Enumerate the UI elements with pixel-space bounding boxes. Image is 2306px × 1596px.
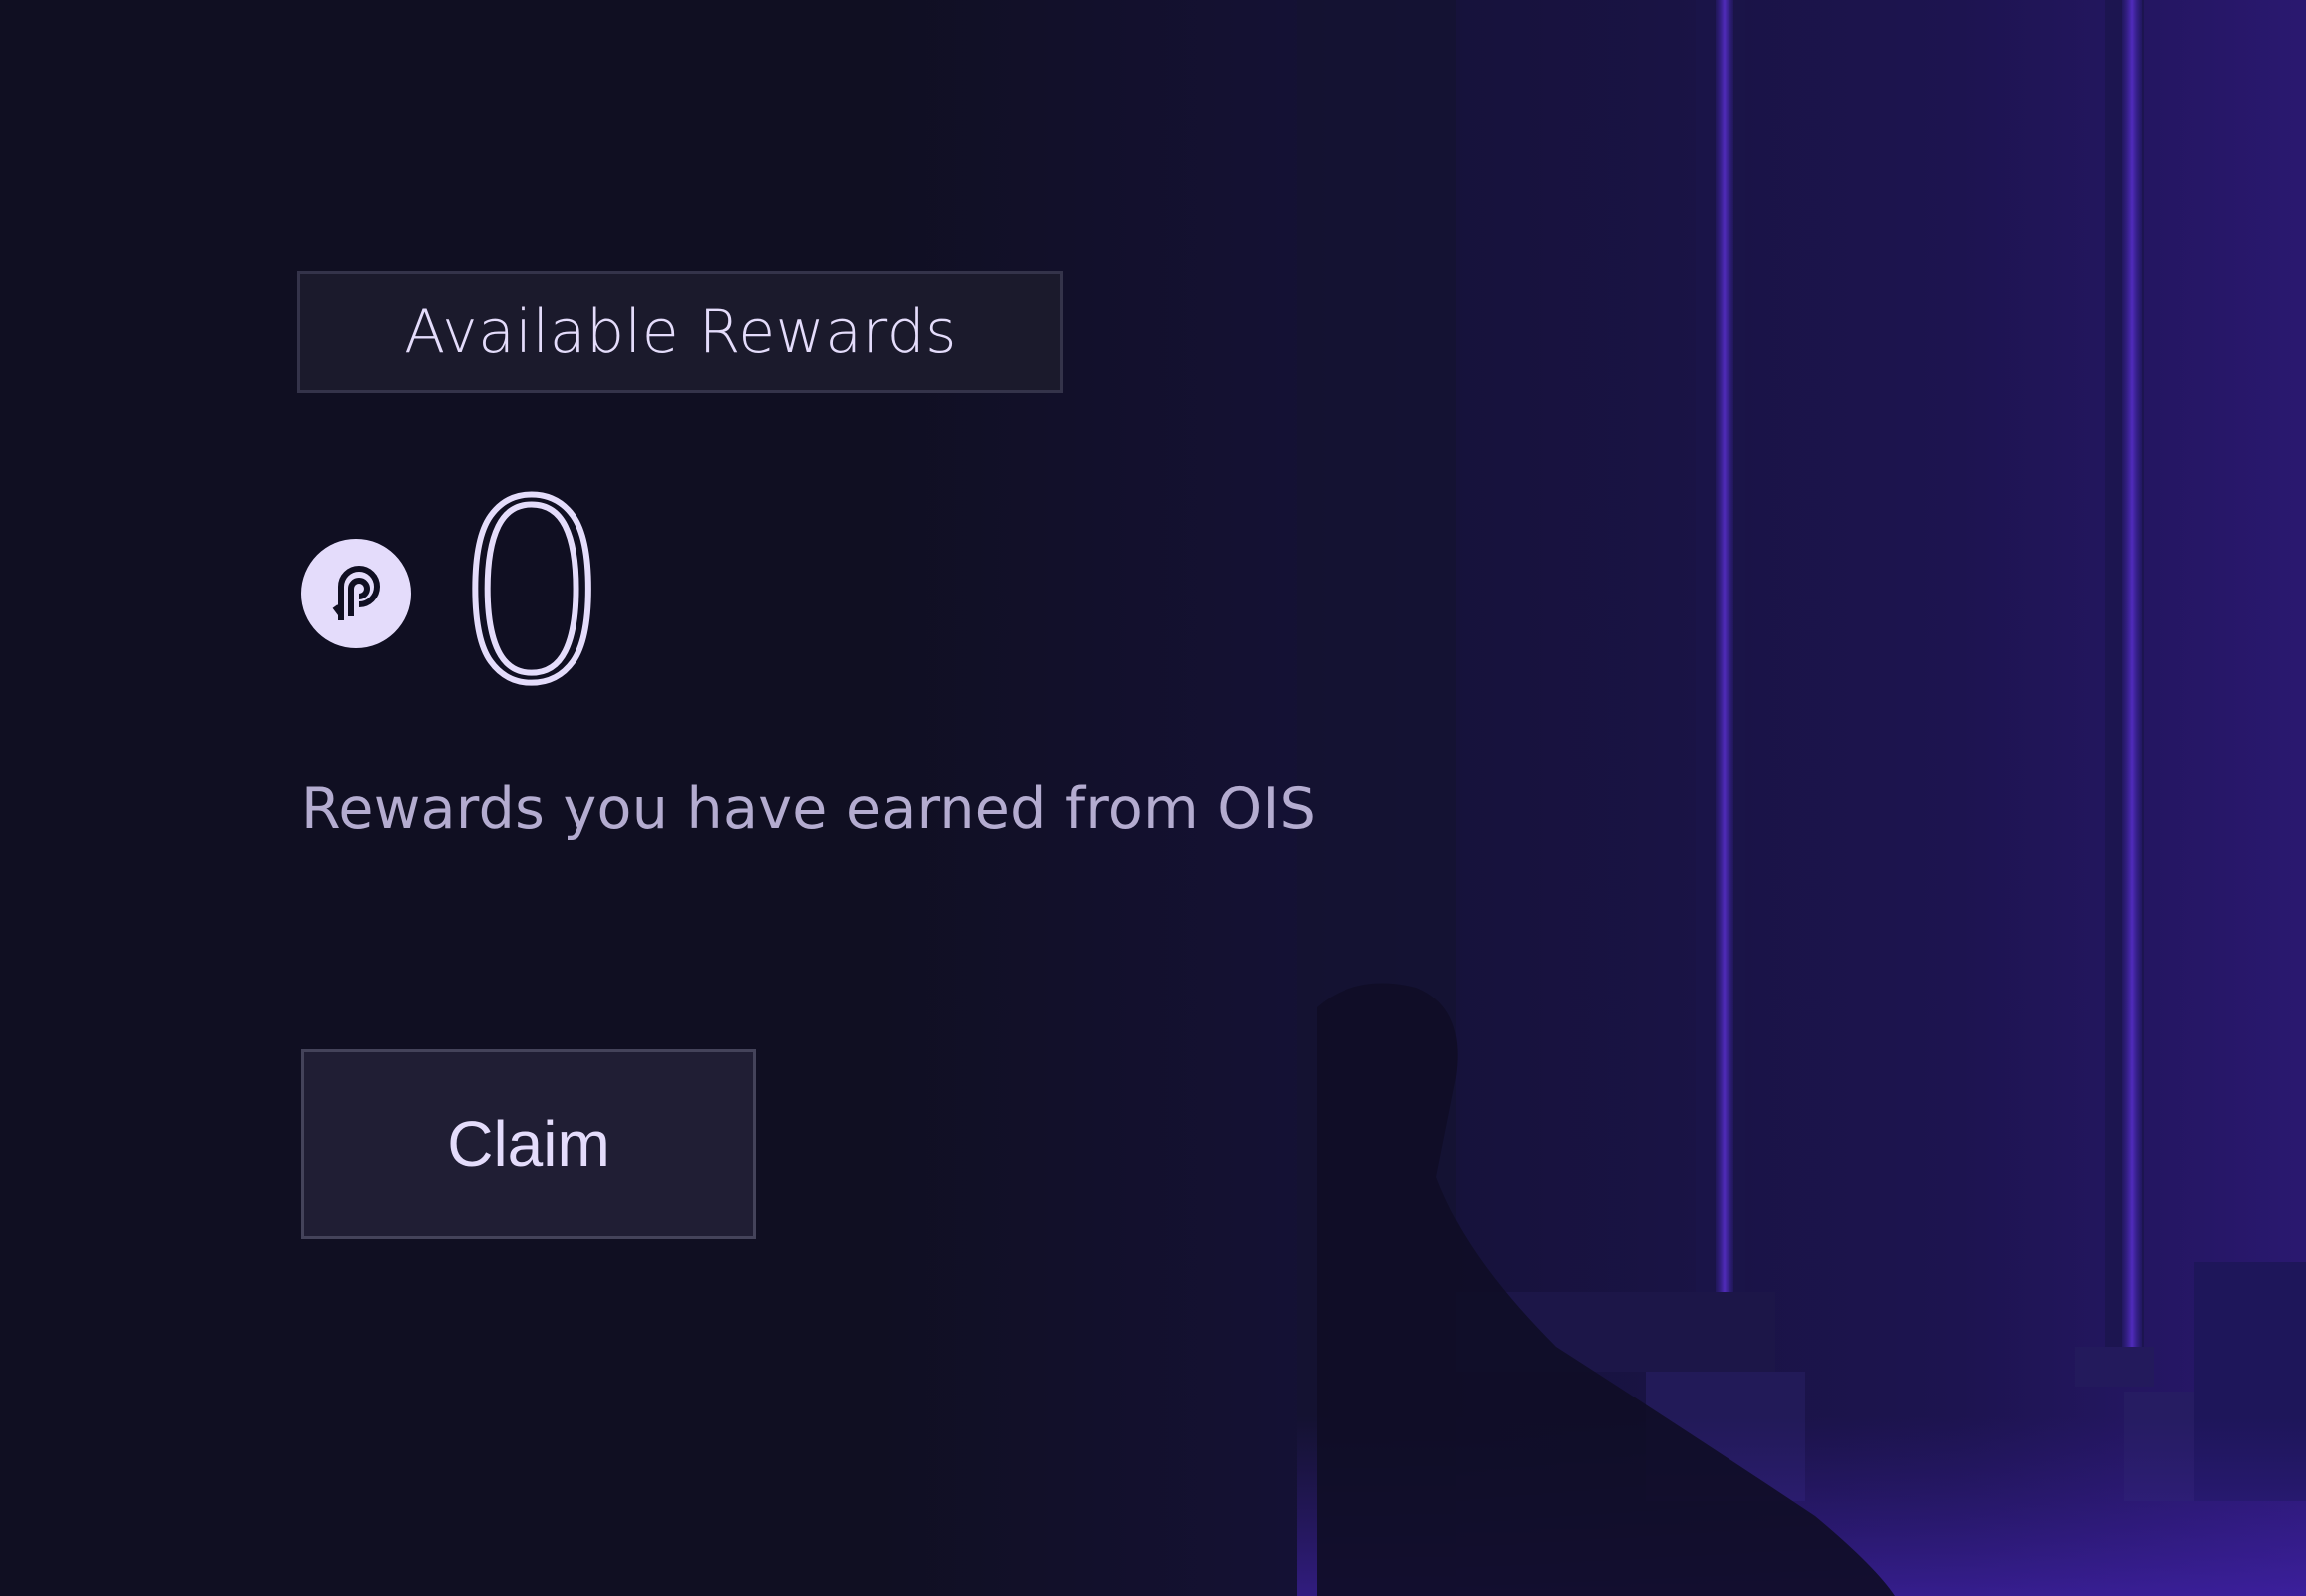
pyth-token-icon: [301, 539, 411, 648]
available-rewards-header: Available Rewards: [297, 271, 1063, 393]
rewards-balance-row: 0: [301, 448, 614, 738]
claim-button[interactable]: Claim: [301, 1049, 756, 1239]
rewards-panel: Available Rewards 0 Rewards you have ear…: [0, 0, 2306, 1596]
rewards-description: Rewards you have earned from OIS: [301, 776, 1317, 842]
rewards-balance-value: 0: [450, 448, 614, 738]
